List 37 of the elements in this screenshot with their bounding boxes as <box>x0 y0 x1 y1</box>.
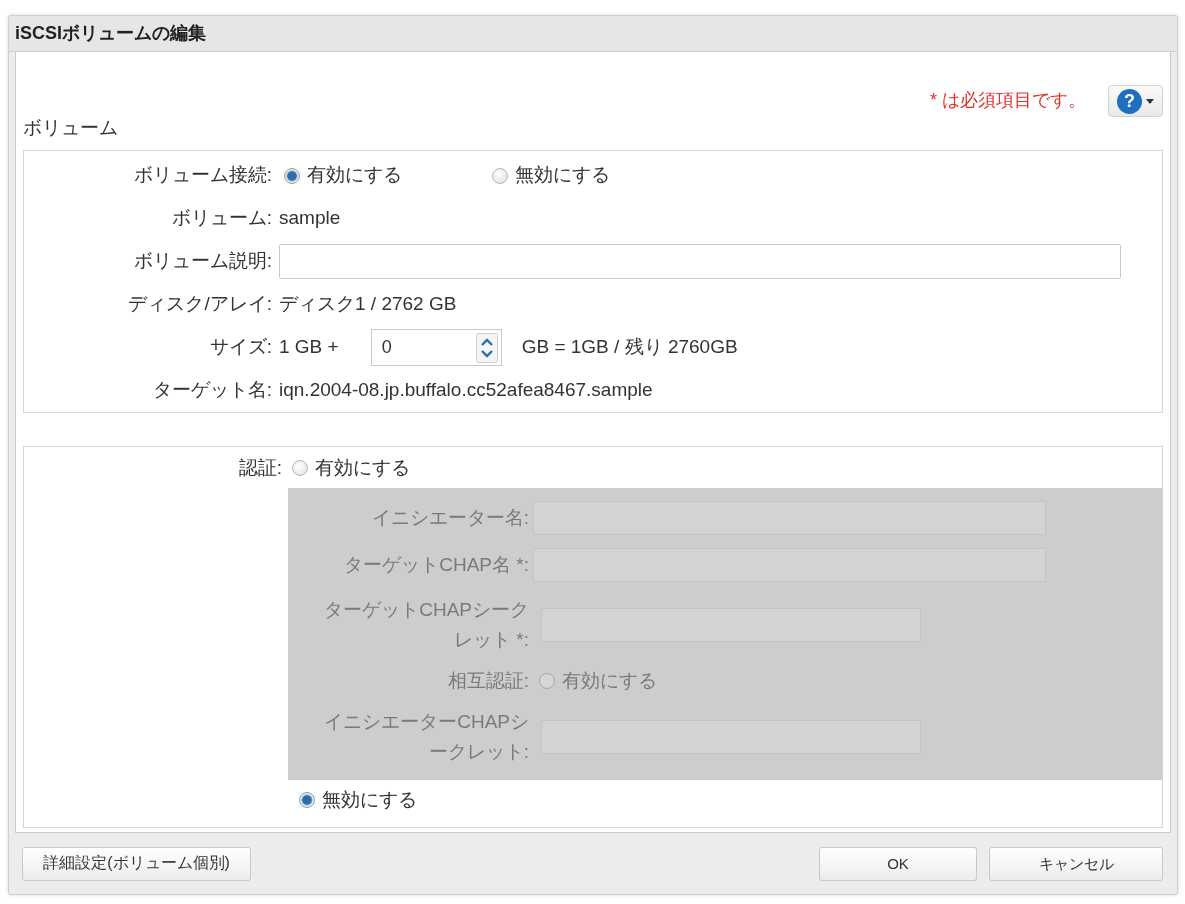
radio-label[interactable]: 有効にする <box>307 163 402 188</box>
field-value: sample <box>278 206 341 231</box>
field-value: GB = 1GB / 残り 2760GB <box>520 335 738 360</box>
field-label: ボリューム: <box>170 206 273 231</box>
radio-button[interactable] <box>284 167 300 184</box>
field-label: ターゲットCHAP名 *: <box>343 552 530 577</box>
advanced-settings-button[interactable]: 詳細設定(ボリューム個別) <box>22 846 251 881</box>
radio-label[interactable]: 無効にする <box>515 163 610 188</box>
field-label: ターゲット名: <box>151 378 273 403</box>
field-label: イニシエーター名: <box>370 505 530 530</box>
radio-button[interactable] <box>299 792 315 808</box>
radio-button[interactable] <box>492 167 508 184</box>
field-label: サイズ: <box>208 335 273 360</box>
field-label: 相互認証: <box>446 669 530 693</box>
number-spinner[interactable]: 0 <box>370 329 502 366</box>
radio-button[interactable] <box>292 460 308 476</box>
ok-button[interactable]: OK <box>819 846 977 881</box>
field-label: イニシエーターCHAPシークレット: <box>323 710 530 764</box>
field-value: 1 GB + <box>278 335 339 360</box>
section-heading: ボリューム <box>23 118 119 138</box>
field-value: ディスク1 / 2762 GB <box>278 292 457 317</box>
field-label: ボリューム説明: <box>132 249 273 274</box>
number-input[interactable]: 0 <box>371 331 472 364</box>
required-note: * は必須項目です。 <box>930 89 1086 113</box>
text-input[interactable] <box>279 244 1121 279</box>
field-label: 認証: <box>237 455 283 480</box>
radio-label[interactable]: 無効にする <box>322 787 417 813</box>
help-button[interactable]: ? <box>1108 85 1163 117</box>
radio-label[interactable]: 有効にする <box>315 455 410 481</box>
field-value: iqn.2004-08.jp.buffalo.cc52afea8467.sample <box>278 378 653 403</box>
caret-icon <box>1146 98 1154 104</box>
cancel-button[interactable]: キャンセル <box>989 846 1163 881</box>
field-label: ディスク/アレイ: <box>127 292 273 317</box>
spin-arrows-icon <box>475 332 498 363</box>
field-label: ボリューム接続: <box>132 163 273 188</box>
field-label: ターゲットCHAPシークレット *: <box>323 598 530 652</box>
window-title: iSCSIボリュームの編集 <box>15 21 206 45</box>
